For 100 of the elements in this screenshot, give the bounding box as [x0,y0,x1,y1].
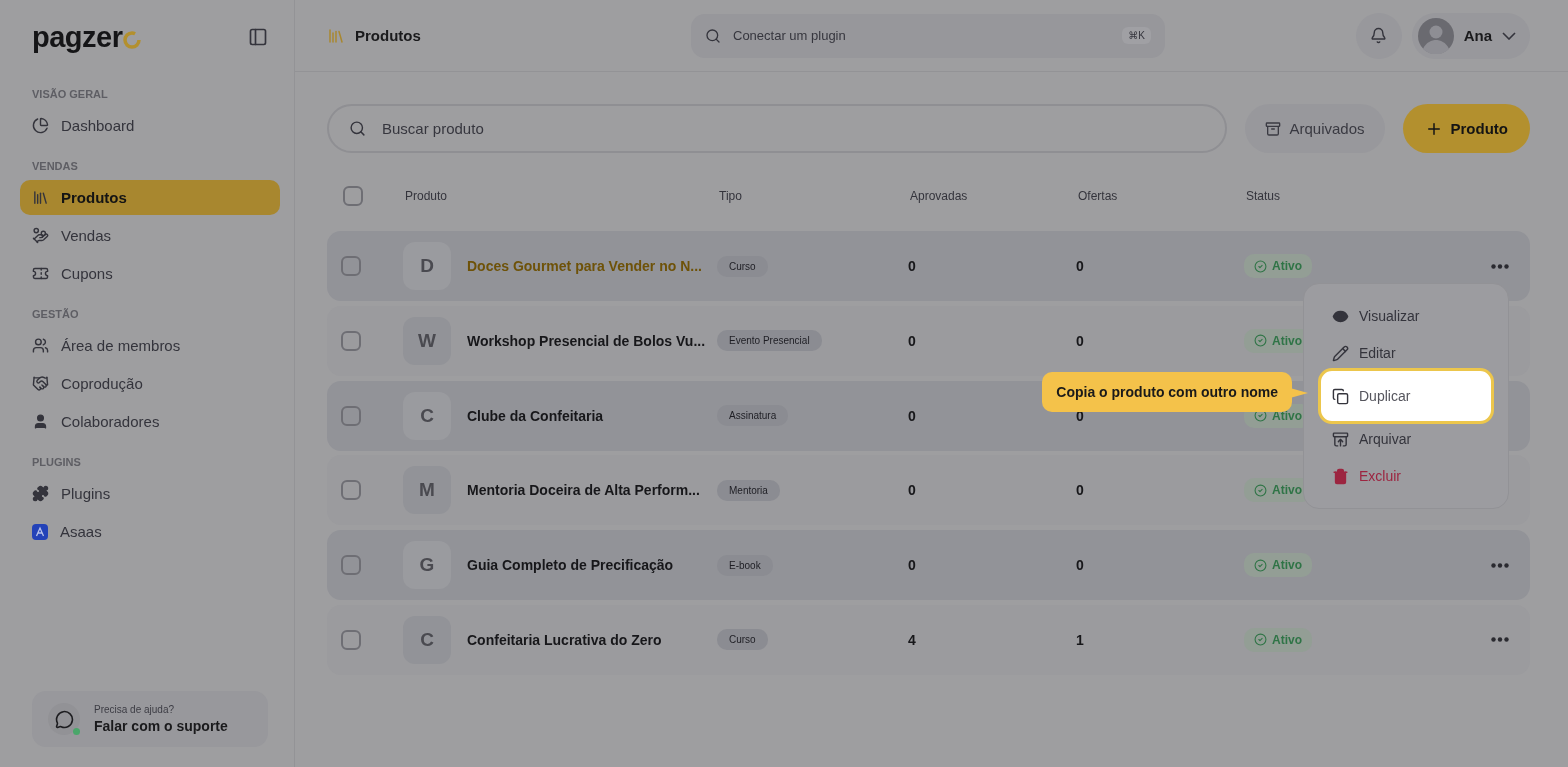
table-cell: 0 [1076,332,1084,349]
shortcut-hint: ⌘K [1122,27,1151,44]
trash-icon [1332,467,1349,485]
nav-item[interactable]: Colaboradores [20,404,280,439]
column-header: Aprovadas [910,189,969,203]
hand-coin-icon [32,227,49,244]
initial-avatar: D [403,242,451,290]
menu-item[interactable]: Visualizar [1318,302,1494,330]
avatar-icon [1417,17,1454,54]
column-header: Ofertas [1078,189,1119,203]
ellipsis-icon [1491,562,1509,568]
handshake-icon [32,375,49,392]
search-input[interactable]: Buscar produto [380,119,1206,138]
row-checkbox[interactable] [341,555,361,576]
nav-item[interactable]: Coprodução [20,366,280,401]
check-circle-icon [1254,259,1267,273]
row-checkbox[interactable] [341,480,361,501]
type-tag: Curso [717,629,768,651]
row-checkbox[interactable] [341,330,361,351]
row-checkbox[interactable] [341,405,361,426]
user-menu-button[interactable]: Ana [1411,12,1530,59]
help-caption: Precisa de ajuda? [94,704,176,715]
search-icon [349,120,366,137]
search-icon [705,27,721,44]
sidebar-toggle-icon[interactable] [248,27,268,47]
table-cell: 1 [1076,632,1084,648]
ellipsis-icon [1491,637,1509,643]
pencil-icon [1332,344,1349,362]
table-cell: 0 [908,258,916,274]
support-card[interactable]: Precisa de ajuda? Falar com o suporte [32,691,268,747]
table-cell: 0 [908,332,916,349]
menu-item[interactable]: Duplicar [1318,368,1494,424]
books-icon [32,189,49,206]
table-cell: 0 [1076,557,1084,574]
nav-item[interactable]: Asaas [20,514,280,549]
nav-item[interactable]: Produtos [20,180,280,215]
new-product-button[interactable]: Produto [1402,104,1530,153]
bell-icon [1370,27,1388,44]
column-header: Tipo [719,189,743,203]
books-icon [327,26,345,45]
type-tag: Assinatura [717,405,789,427]
product-search-field[interactable]: Buscar produto [327,104,1228,153]
section-label: PLUGINS [31,456,82,468]
tooltip: Copia o produto com outro nome [1042,372,1292,412]
ticket-icon [32,265,49,282]
table-cell: 0 [908,482,916,499]
product-name[interactable]: Guia Completo de Precificação [467,557,674,574]
menu-item[interactable]: Excluir [1318,462,1494,490]
whatsapp-icon [54,709,74,729]
initial-avatar: C [403,391,451,440]
check-circle-icon [1254,483,1267,497]
initial-avatar: W [403,316,451,365]
product-name[interactable]: Clube da Confeitaria [467,407,604,424]
status-tag: Ativo [1244,254,1312,278]
chart-icon [32,117,49,134]
menu-item[interactable]: Editar [1318,339,1494,367]
check-circle-icon [1254,334,1267,348]
asaas-logo-icon [32,523,48,540]
row-checkbox[interactable] [341,256,361,276]
nav-item[interactable]: Plugins [20,476,280,511]
table-cell: 0 [908,407,916,424]
logo-ring-icon [122,29,143,50]
menu-item[interactable]: Arquivar [1318,425,1494,453]
column-header: Status [1246,189,1282,203]
tooltip-pointer-icon [1290,386,1308,400]
type-tag: Mentoria [717,479,780,501]
type-tag: E-book [717,554,773,576]
initial-avatar: G [403,541,451,590]
table-cell: 0 [1076,258,1084,274]
archived-button[interactable]: Arquivados [1245,104,1385,153]
section-label: GESTÃO [31,308,80,320]
product-name[interactable]: Workshop Presencial de Bolos Vu... [467,332,706,349]
help-title: Falar com o suporte [94,718,228,734]
ellipsis-icon [1491,263,1509,269]
page-title: Produtos [355,27,421,44]
nav-item[interactable]: Dashboard [20,108,280,143]
select-all-checkbox[interactable] [343,186,363,206]
initial-avatar: C [403,616,451,664]
type-tag: Curso [717,255,768,277]
check-circle-icon [1254,633,1267,647]
logo-text: pagzer [32,22,123,52]
status-tag: Ativo [1244,553,1312,578]
section-label: VISÃO GERAL [31,88,109,100]
table-cell: 0 [908,557,916,574]
row-checkbox[interactable] [341,630,361,650]
search-input[interactable]: Conectar um plugin [731,27,1113,44]
plugin-search-field[interactable]: Conectar um plugin ⌘K [691,13,1165,58]
archive-icon [1332,430,1349,448]
nav-item[interactable]: Vendas [20,218,280,253]
person-icon [32,413,49,430]
section-label: VENDAS [31,160,79,172]
status-tag: Ativo [1244,628,1312,652]
table-cell: 4 [908,632,916,648]
nav-item[interactable]: Cupons [20,256,280,291]
check-circle-icon [1254,409,1267,423]
product-name[interactable]: Confeitaria Lucrativa do Zero [467,632,662,648]
product-name[interactable]: Mentoria Doceira de Alta Perform... [467,482,700,499]
type-tag: Evento Presencial [717,330,822,352]
puzzle-icon [32,485,49,502]
nav-item[interactable]: Área de membros [20,328,280,363]
